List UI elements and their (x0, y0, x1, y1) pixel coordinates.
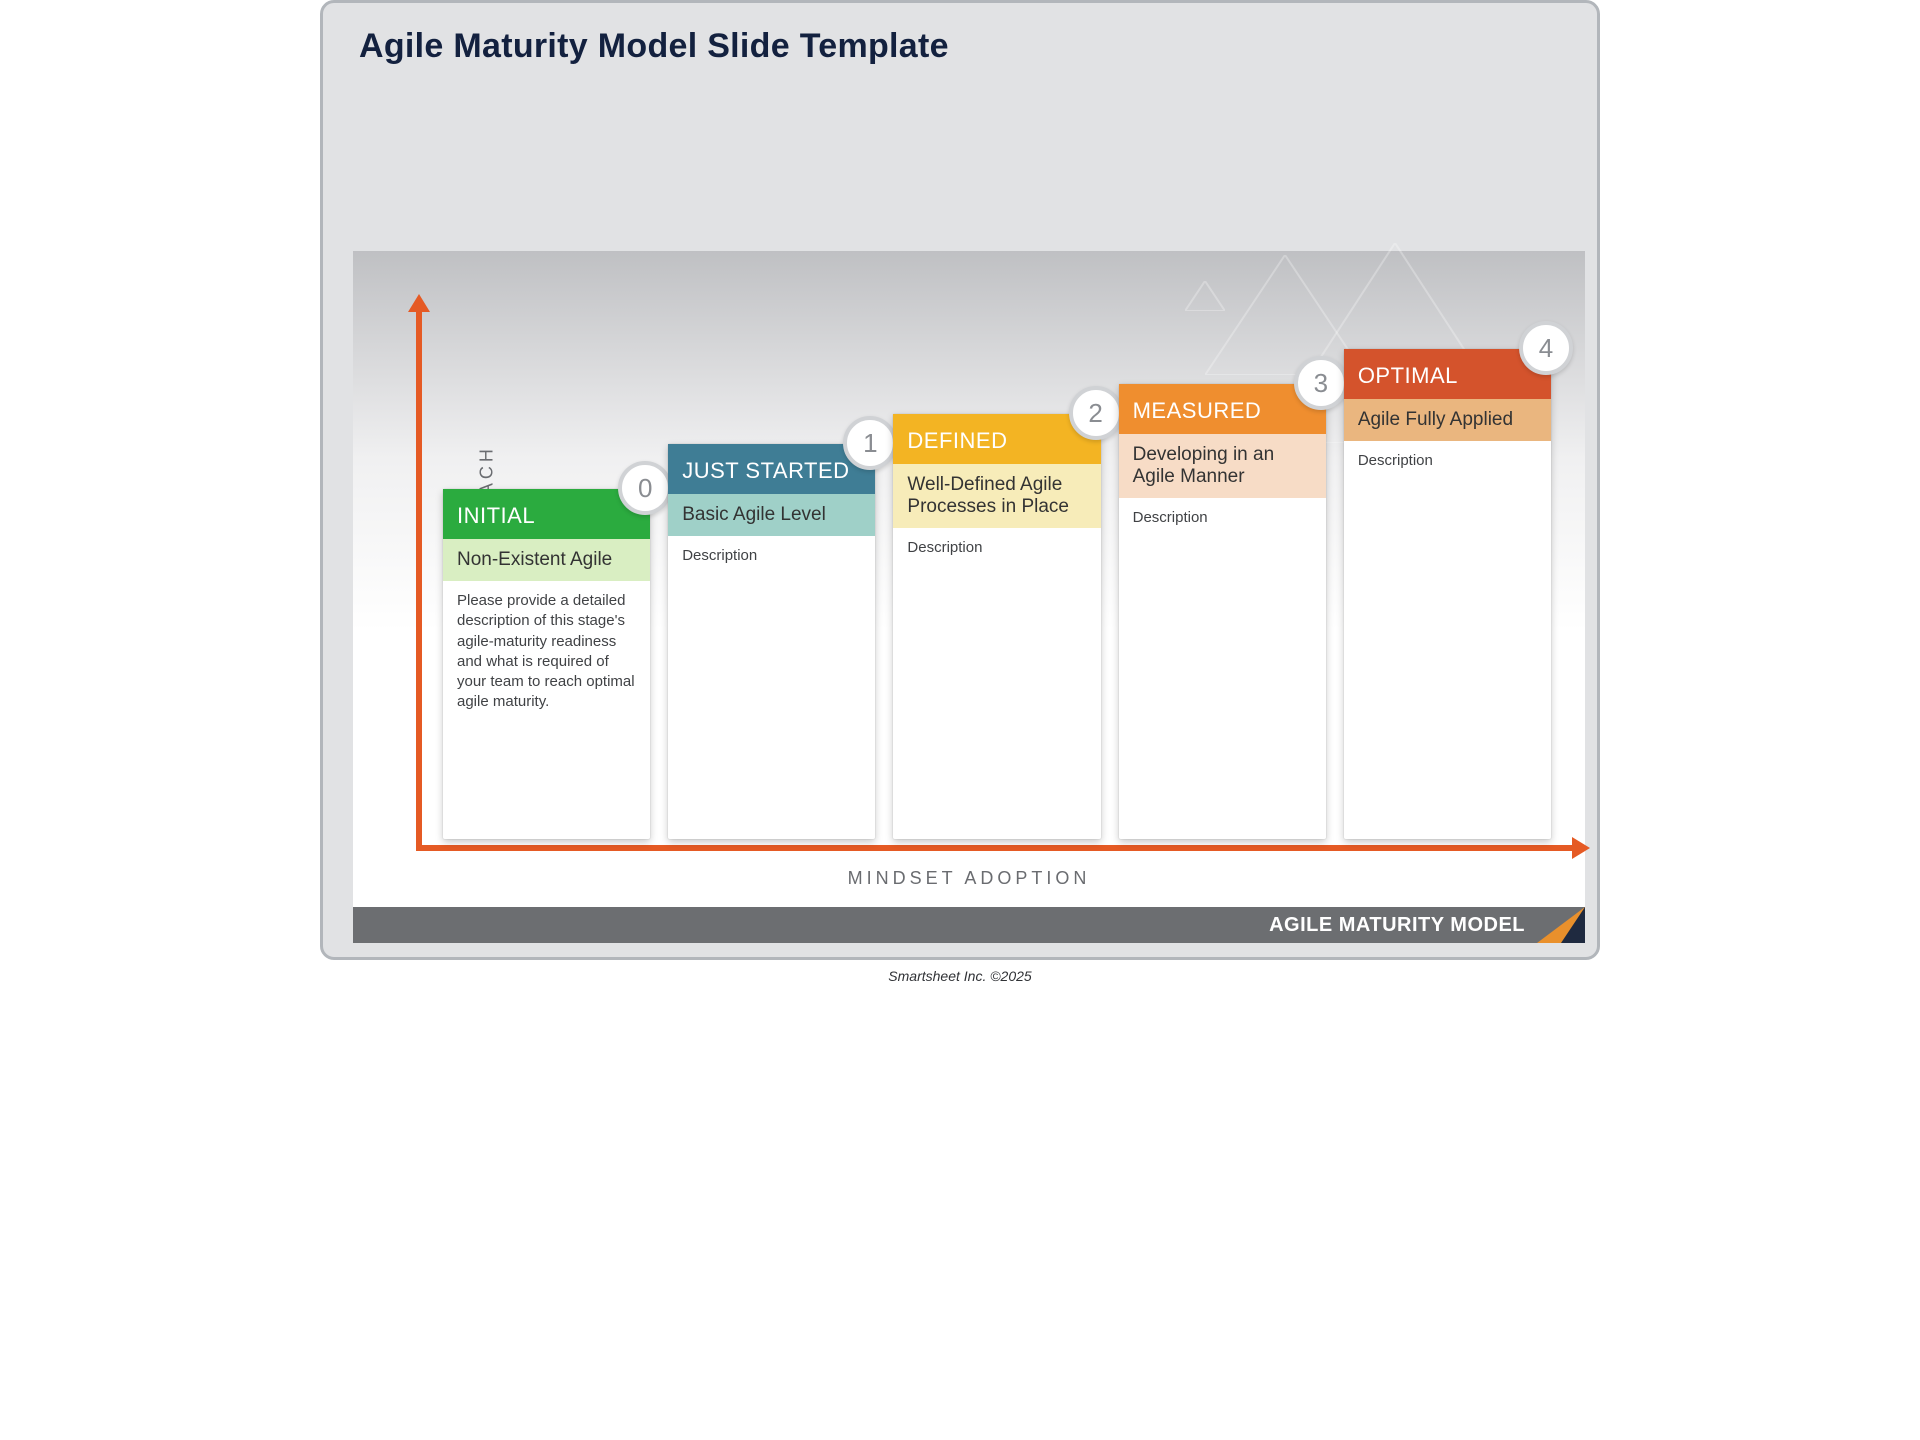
stage-badge: 1 (843, 416, 897, 470)
y-axis (416, 309, 422, 851)
stage-badge: 2 (1069, 386, 1123, 440)
stage-subtitle: Agile Fully Applied (1344, 399, 1551, 441)
stage-description: Please provide a detailed description of… (443, 581, 650, 839)
stage-card: 3 MEASURED Developing in an Agile Manner… (1119, 384, 1326, 839)
stage-subtitle: Non-Existent Agile (443, 539, 650, 581)
stage-badge: 3 (1294, 356, 1348, 410)
footer-bar: AGILE MATURITY MODEL (353, 907, 1585, 943)
stage-subtitle: Well-Defined Agile Processes in Place (893, 464, 1100, 528)
stage-subtitle: Basic Agile Level (668, 494, 875, 536)
stage-description: Description (668, 536, 875, 839)
chart-panel: ORGANIZATION REACH MINDSET ADOPTION 0 IN… (353, 251, 1585, 943)
stage-columns: 0 INITIAL Non-Existent Agile Please prov… (443, 291, 1551, 839)
stage-subtitle: Developing in an Agile Manner (1119, 434, 1326, 498)
stage-card: 4 OPTIMAL Agile Fully Applied Descriptio… (1344, 349, 1551, 839)
slide-title: Agile Maturity Model Slide Template (359, 27, 949, 66)
footer-accent (1537, 907, 1585, 943)
stage-description: Description (893, 528, 1100, 839)
x-axis-label: MINDSET ADOPTION (848, 868, 1091, 889)
x-axis (416, 845, 1575, 851)
slide-frame: Agile Maturity Model Slide Template ORGA… (320, 0, 1600, 960)
copyright: Smartsheet Inc. ©2025 (888, 968, 1031, 984)
stage-badge: 4 (1519, 321, 1573, 375)
stage-badge: 0 (618, 461, 672, 515)
stage-description: Description (1119, 498, 1326, 839)
footer-text: AGILE MATURITY MODEL (1269, 914, 1525, 937)
stage-description: Description (1344, 441, 1551, 839)
stage-card: 1 JUST STARTED Basic Agile Level Descrip… (668, 444, 875, 839)
stage-card: 0 INITIAL Non-Existent Agile Please prov… (443, 489, 650, 839)
stage-card: 2 DEFINED Well-Defined Agile Processes i… (893, 414, 1100, 839)
